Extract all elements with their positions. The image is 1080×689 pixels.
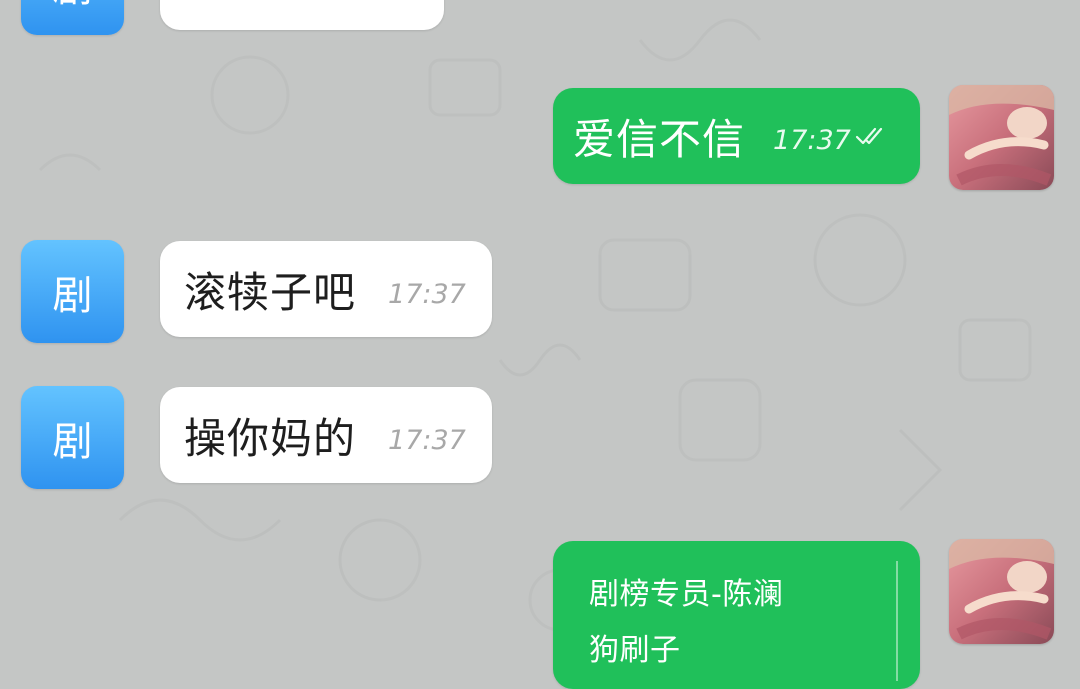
- photo-avatar-image: [949, 85, 1054, 190]
- message-text: 滚犊子吧: [184, 267, 357, 317]
- message-bubble-incoming[interactable]: [160, 0, 444, 30]
- message-bubble-outgoing[interactable]: 爱信不信 17:37: [553, 88, 920, 184]
- message-bubble-incoming[interactable]: 滚犊子吧 17:37: [160, 241, 492, 337]
- message-bubble-incoming[interactable]: 操你妈的 17:37: [160, 387, 492, 483]
- message-time: 17:37: [388, 278, 466, 310]
- message-card-outgoing[interactable]: 剧榜专员-陈澜 狗刷子: [553, 541, 920, 689]
- message-time: 17:37: [388, 424, 466, 456]
- message-time: 17:37: [773, 124, 851, 156]
- card-line-subtitle: 狗刷子: [589, 633, 681, 668]
- photo-avatar-image: [949, 539, 1054, 644]
- contact-avatar[interactable]: 剧: [21, 240, 124, 343]
- contact-avatar[interactable]: 剧: [21, 0, 124, 35]
- message-text: 操你妈的: [184, 413, 357, 463]
- message-text: 爱信不信: [573, 114, 746, 164]
- avatar-initial: 剧: [52, 272, 93, 319]
- double-check-icon: [855, 127, 882, 145]
- card-divider: [896, 561, 898, 681]
- user-avatar[interactable]: [949, 539, 1054, 644]
- contact-avatar[interactable]: 剧: [21, 386, 124, 489]
- card-line-title: 剧榜专员-陈澜: [589, 577, 784, 612]
- user-avatar[interactable]: [949, 85, 1054, 190]
- avatar-initial: 剧: [52, 418, 93, 465]
- avatar-initial: 剧: [53, 0, 93, 13]
